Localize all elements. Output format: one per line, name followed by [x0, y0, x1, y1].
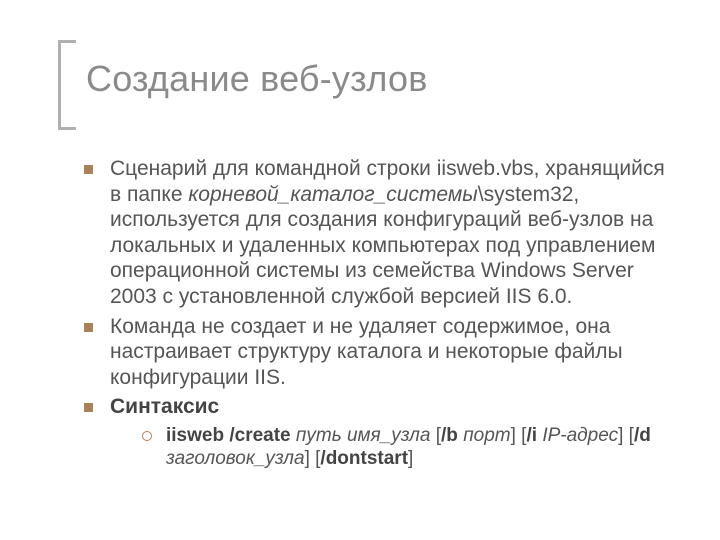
list-item: Команда не создает и не удаляет содержим…: [76, 314, 672, 391]
sub-bullet-list: iisweb /create путь имя_узла [/b порт] […: [136, 424, 672, 470]
bullet-list: Сценарий для командной строки iisweb.vbs…: [76, 156, 672, 470]
bold-text: /i: [526, 425, 537, 446]
title-bracket-decoration: [58, 40, 76, 130]
italic-text: IP-адрес: [542, 425, 618, 446]
text-run: [: [430, 425, 441, 446]
page-title: Создание веб-узлов: [86, 58, 428, 100]
list-item-text: Команда не создает и не удаляет содержим…: [110, 315, 623, 389]
italic-text: порт: [463, 425, 510, 446]
bold-text: Синтаксис: [110, 395, 219, 418]
italic-text: путь имя_узла: [296, 425, 431, 446]
bold-text: /b: [441, 425, 458, 446]
text-run: ]: [408, 448, 413, 469]
bold-text: /d: [634, 425, 651, 446]
list-item: Синтаксис iisweb /create путь имя_узла […: [76, 394, 672, 470]
bold-text: /dontstart: [320, 448, 408, 469]
italic-text: корневой_каталог_системы: [188, 183, 477, 206]
list-item-text: Сценарий для командной строки iisweb.vbs…: [110, 157, 665, 308]
list-item-text: Синтаксис: [110, 395, 219, 418]
bold-text: iisweb /create: [166, 425, 296, 446]
content-area: Сценарий для командной строки iisweb.vbs…: [76, 156, 672, 474]
text-run: ] [: [305, 448, 321, 469]
text-run: ] [: [618, 425, 634, 446]
text-run: Команда не создает и не удаляет содержим…: [110, 315, 623, 389]
list-item: iisweb /create путь имя_узла [/b порт] […: [136, 424, 672, 470]
italic-text: заголовок_узла: [166, 448, 305, 469]
list-item: Сценарий для командной строки iisweb.vbs…: [76, 156, 672, 310]
text-run: ] [: [511, 425, 527, 446]
